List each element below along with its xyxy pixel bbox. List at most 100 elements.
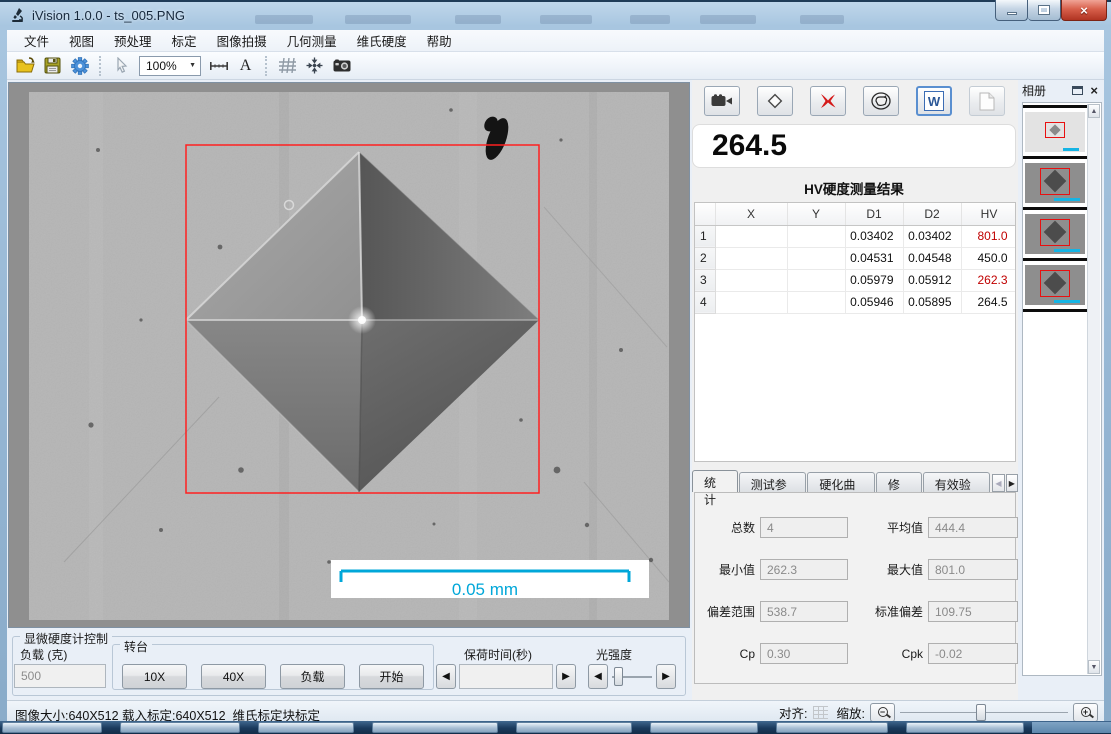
table-row[interactable]: 20.045310.04548450.0 [695,247,1016,269]
album-thumbnail[interactable] [1023,105,1087,159]
album-scrollbar[interactable]: ▲ ▼ [1087,104,1100,674]
background-window-ghost [255,15,313,24]
dwell-increase-button[interactable]: ▶ [556,664,576,689]
tab-scroll-right-button[interactable]: ▶ [1006,474,1018,492]
stat-value-input[interactable] [760,601,848,622]
title-bar[interactable]: iVision 1.0.0 - ts_005.PNG × [0,2,1111,30]
load-input[interactable] [14,664,106,688]
indent-measure-button[interactable] [757,86,793,116]
column-header[interactable]: D2 [903,203,961,225]
center-crosshair-button[interactable] [301,54,328,78]
taskbar-button[interactable] [776,722,888,733]
tab-scroll-left-button[interactable]: ◀ [992,474,1004,492]
table-row[interactable]: 30.059790.05912262.3 [695,269,1016,291]
table-row[interactable]: 10.034020.03402801.0 [695,225,1016,247]
os-taskbar[interactable] [0,721,1111,734]
column-header[interactable]: X [715,203,787,225]
taskbar-button[interactable] [2,722,102,733]
minimize-button[interactable] [995,0,1028,21]
tab-4[interactable]: 修正 [876,472,922,492]
album-close-icon[interactable]: × [1090,84,1098,97]
clear-all-button[interactable] [863,86,899,116]
taskbar-button[interactable] [516,722,632,733]
menu-item[interactable]: 预处理 [105,29,161,52]
delete-result-button[interactable] [810,86,846,116]
light-slider-handle[interactable] [614,667,623,686]
export-word-button[interactable]: W [916,86,952,116]
taskbar-button[interactable] [650,722,758,733]
stat-value-input[interactable] [928,559,1018,580]
light-decrease-button[interactable]: ◀ [588,664,608,689]
table-row[interactable]: 40.059460.05895264.5 [695,291,1016,313]
zoom-level-select[interactable]: 100% ▼ [139,56,201,76]
menu-item[interactable]: 标定 [163,29,206,52]
taskbar-button[interactable] [906,722,1024,733]
open-file-button[interactable] [12,54,39,78]
stats-grid: 总数平均值最小值最大值偏差范围标准偏差CpCpk [695,493,1015,664]
menu-item[interactable]: 维氏硬度 [348,29,416,52]
settings-gear-button[interactable] [66,54,93,78]
dwell-input[interactable] [459,664,553,689]
taskbar-button[interactable] [120,722,240,733]
tab-2[interactable]: 测试参数 [739,472,807,492]
tab-5[interactable]: 有效验证 [923,472,991,492]
tab-3[interactable]: 硬化曲线 [807,472,875,492]
save-button[interactable] [39,54,66,78]
menu-item[interactable]: 图像拍摄 [208,29,276,52]
cell-y [787,225,845,247]
column-header[interactable]: Y [787,203,845,225]
menu-item[interactable]: 帮助 [418,29,461,52]
turret-button[interactable]: 10X [122,664,187,689]
menu-item[interactable]: 文件 [15,29,58,52]
tab-1[interactable]: 统计 [692,470,738,492]
measure-tool-button[interactable] [205,54,232,78]
table-body: 10.034020.03402801.020.045310.04548450.0… [695,225,1016,313]
zoom-slider[interactable] [900,703,1068,722]
results-table[interactable]: XYD1D2HV 10.034020.03402801.020.045310.0… [694,202,1016,462]
album-thumbnail[interactable] [1023,210,1087,261]
text-tool-button[interactable]: A [232,54,259,78]
stat-value-input[interactable] [928,601,1018,622]
stat-value-input[interactable] [760,517,848,538]
album-thumbnail[interactable] [1023,159,1087,210]
menu-item[interactable]: 视图 [60,29,103,52]
taskbar-active-segment[interactable] [1032,722,1111,733]
stat-label: 最大值 [853,561,923,578]
taskbar-button[interactable] [258,722,354,733]
stat-value-input[interactable] [760,643,848,664]
turret-button[interactable]: 开始 [359,664,424,689]
app-window: iVision 1.0.0 - ts_005.PNG × 文件视图预处理标定图像… [0,0,1111,734]
image-viewport[interactable]: 0.05 mm [8,82,690,628]
live-video-button[interactable] [704,86,740,116]
grid-toggle-button[interactable] [274,54,301,78]
maximize-button[interactable] [1028,0,1061,21]
column-header[interactable]: HV [961,203,1016,225]
stat-value-input[interactable] [760,559,848,580]
zoom-in-button[interactable]: + [1073,703,1098,722]
dwell-decrease-button[interactable]: ◀ [436,664,456,689]
capture-camera-button[interactable] [328,54,355,78]
status-zoom-controls: 对齐: 缩放: − + [779,701,1098,723]
stat-value-input[interactable] [928,643,1018,664]
select-cursor-button[interactable] [108,54,135,78]
stat-value-input[interactable] [928,517,1018,538]
menu-item[interactable]: 几何测量 [278,29,346,52]
cell-d2: 0.04548 [903,247,961,269]
table-header-row: XYD1D2HV [695,203,1016,225]
stat-label: 偏差范围 [697,603,755,620]
column-header[interactable]: D1 [845,203,903,225]
close-button[interactable]: × [1061,0,1107,21]
zoom-slider-handle[interactable] [976,704,986,721]
float-panel-icon[interactable] [1072,86,1083,95]
scroll-down-icon[interactable]: ▼ [1088,660,1100,674]
light-increase-button[interactable]: ▶ [656,664,676,689]
taskbar-button[interactable] [372,722,498,733]
light-slider[interactable] [610,664,654,689]
align-grid-icon[interactable] [813,706,828,719]
turret-button[interactable]: 40X [201,664,266,689]
scroll-up-icon[interactable]: ▲ [1088,104,1100,118]
album-thumbnail[interactable] [1023,261,1087,312]
turret-button[interactable]: 负载 [280,664,345,689]
zoom-out-button[interactable]: − [870,703,895,722]
new-report-button[interactable] [969,86,1005,116]
